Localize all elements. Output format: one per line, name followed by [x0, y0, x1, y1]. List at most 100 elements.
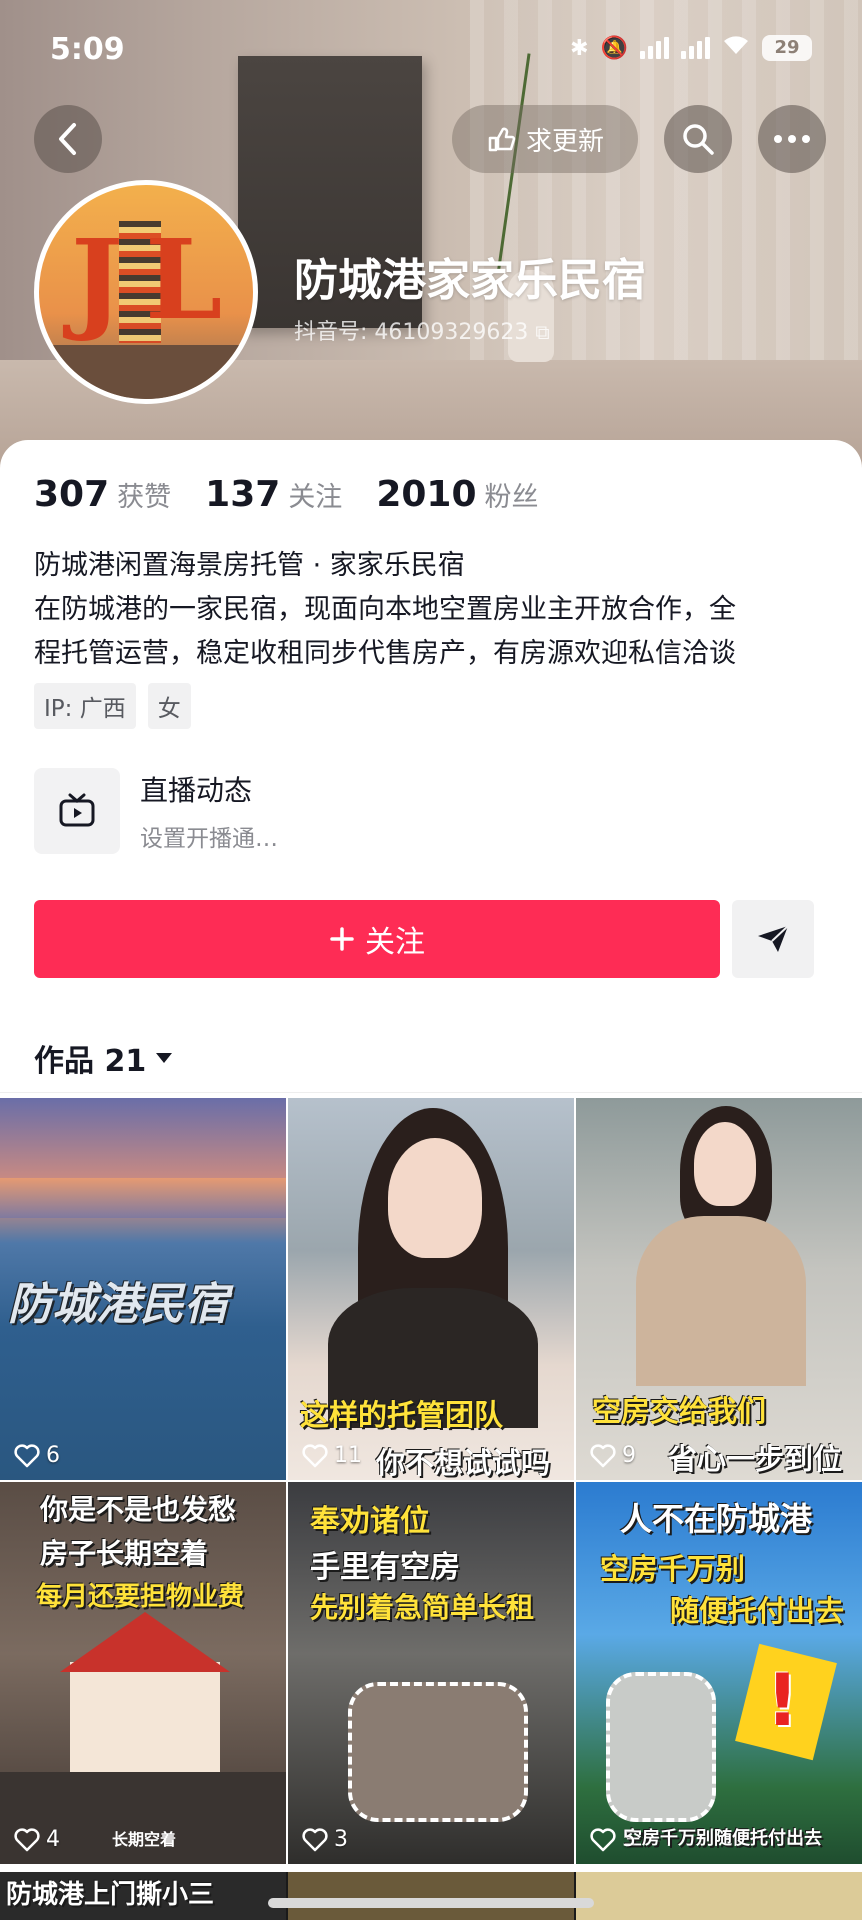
video-caption: 手里有空房 [310, 1550, 460, 1585]
heart-icon [590, 1443, 616, 1467]
city-skyline [0, 1178, 286, 1218]
video-caption: 先别着急简单长租 [310, 1591, 535, 1624]
live-activity-entry[interactable]: 直播动态 设置开播通… [34, 768, 834, 854]
house-illustration [70, 1662, 220, 1772]
video-caption: 省心一步到位 [668, 1442, 843, 1476]
stat-followers[interactable]: 2010 粉丝 [376, 474, 538, 515]
bluetooth-icon: ✱ [570, 35, 589, 61]
stat-followers-label: 粉丝 [484, 482, 539, 513]
bedroom-image [348, 1682, 528, 1822]
plus-icon [330, 927, 354, 951]
video-caption: 你是不是也发愁 [40, 1493, 237, 1526]
stats-row: 307 获赞 137 关注 2010 粉丝 [34, 474, 539, 515]
send-message-button[interactable] [732, 900, 814, 978]
thumb-icon [488, 127, 516, 152]
douyin-id-text: 抖音号: 46109329623 [294, 320, 529, 345]
video-likes: 6 [14, 1443, 60, 1468]
stat-likes[interactable]: 307 获赞 [34, 474, 171, 515]
video-card[interactable]: 你是不是也发愁 房子长期空着 每月还要担物业费 长期空着 4 [0, 1482, 286, 1864]
stat-likes-value: 307 [34, 474, 110, 515]
status-bar: 5:09 ✱ 🔕 29 [0, 0, 862, 100]
likes-count: 3 [334, 1827, 348, 1852]
profile-name: 防城港家家乐民宿 [294, 255, 646, 306]
video-likes: 9 [590, 1443, 636, 1468]
video-card[interactable]: 奉劝诸位 手里有空房 先别着急简单长租 3 [288, 1482, 574, 1864]
video-caption: 长期空着 [112, 1830, 177, 1849]
tag-gender: 女 [147, 683, 191, 729]
person-face [694, 1122, 756, 1206]
video-likes: 11 [302, 1443, 362, 1468]
video-card[interactable]: 空房交给我们 省心一步到位 9 [576, 1098, 862, 1480]
search-button[interactable] [664, 105, 732, 173]
heart-icon [590, 1827, 616, 1851]
bio-line: 防城港闲置海景房托管 · 家家乐民宿 [34, 550, 465, 581]
video-likes: 5 [590, 1827, 636, 1852]
send-icon [758, 925, 789, 952]
douyin-id[interactable]: 抖音号: 46109329623 ⧉ [294, 314, 550, 346]
likes-count: 4 [46, 1827, 60, 1852]
chevron-left-icon [59, 123, 76, 155]
video-card[interactable]: ! 人不在防城港 空房千万别 随便托付出去 空房千万别随便托付出去 5 [576, 1482, 862, 1864]
video-card-peek [288, 1872, 574, 1920]
heart-icon [14, 1827, 40, 1851]
more-button[interactable] [758, 105, 826, 173]
logo-letter-j: J [71, 215, 124, 344]
video-caption: 人不在防城港 [620, 1500, 813, 1538]
video-caption: 房子长期空着 [40, 1537, 209, 1570]
house-roof [60, 1612, 230, 1672]
follow-button[interactable]: 关注 [34, 900, 720, 978]
works-tab[interactable]: 作品 21 [34, 1036, 174, 1080]
live-subtitle: 设置开播通… [140, 826, 278, 852]
more-icon [774, 135, 810, 143]
avatar[interactable]: J L [34, 180, 258, 404]
search-icon [683, 124, 714, 155]
video-likes: 3 [302, 1827, 348, 1852]
wifi-icon [722, 34, 750, 62]
next-row-peek: 防城港上门撕小三 [0, 1872, 862, 1920]
video-caption: 防城港上门撕小三 [6, 1880, 215, 1910]
heart-icon [302, 1443, 328, 1467]
back-button[interactable] [34, 105, 102, 173]
video-caption: 空房千万别 [600, 1552, 746, 1586]
video-card[interactable]: 防城港民宿 6 [0, 1098, 286, 1480]
caret-down-icon [156, 1053, 173, 1063]
copy-icon[interactable]: ⧉ [535, 320, 549, 344]
follow-button-label: 关注 [365, 925, 425, 960]
stat-followers-value: 2010 [376, 474, 477, 515]
likes-count: 9 [622, 1443, 636, 1468]
works-tab-label: 作品 21 [34, 1044, 147, 1079]
tag-ip-location: IP: 广西 [34, 683, 136, 729]
video-caption: 奉劝诸位 [310, 1504, 430, 1539]
logo-letter-l: L [145, 215, 223, 344]
room-image [606, 1672, 716, 1822]
video-likes: 4 [14, 1827, 60, 1852]
heart-icon [302, 1827, 328, 1851]
stat-following[interactable]: 137 关注 [205, 474, 342, 515]
heart-icon [14, 1443, 40, 1467]
status-time: 5:09 [50, 32, 125, 67]
bio-line: 程托管运营，稳定收租同步代售房产，有房源欢迎私信洽谈 [34, 638, 736, 669]
profile-bio: 防城港闲置海景房托管 · 家家乐民宿 在防城港的一家民宿，现面向本地空置房业主开… [34, 544, 834, 676]
video-caption: 每月还要担物业费 [36, 1582, 245, 1612]
avatar-house-image [39, 345, 253, 399]
video-caption: 空房千万别随便托付出去 [624, 1828, 822, 1849]
person-body [636, 1216, 806, 1386]
divider [0, 1092, 862, 1093]
signal-2-icon [681, 37, 710, 59]
likes-count: 5 [622, 1827, 636, 1852]
profile-tags: IP: 广西 女 [34, 683, 191, 729]
likes-count: 6 [46, 1443, 60, 1468]
video-card[interactable]: 这样的托管团队 你不想试试吗 11 [288, 1098, 574, 1480]
stat-likes-label: 获赞 [117, 482, 172, 513]
stat-following-value: 137 [205, 474, 281, 515]
home-indicator[interactable] [268, 1898, 594, 1908]
video-caption: 这样的托管团队 [300, 1398, 504, 1432]
video-card-peek: 防城港上门撕小三 [0, 1872, 286, 1920]
signal-icon [640, 37, 669, 59]
request-update-label: 求更新 [525, 126, 604, 157]
exclamation-icon: ! [766, 1658, 799, 1742]
request-update-button[interactable]: 求更新 [452, 105, 638, 173]
video-card-peek [576, 1872, 862, 1920]
video-caption: 防城港民宿 [8, 1279, 228, 1330]
person-face [388, 1138, 482, 1258]
